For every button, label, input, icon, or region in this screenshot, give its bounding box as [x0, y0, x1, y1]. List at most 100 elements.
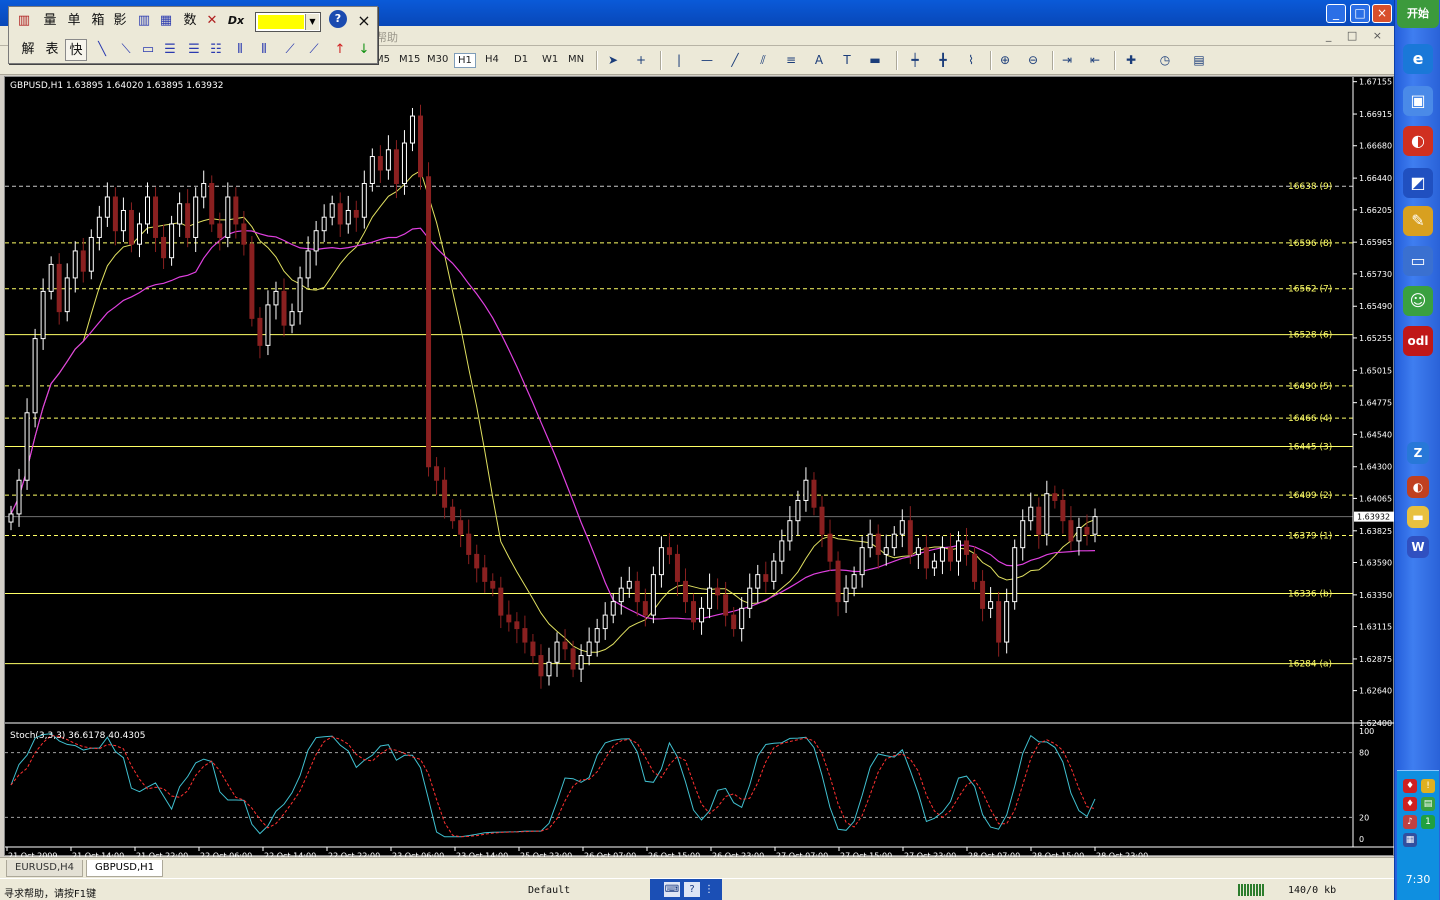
arrow-down-icon[interactable]: ↓	[353, 39, 375, 61]
odl-icon[interactable]: odl	[1403, 326, 1433, 356]
vertical-line-icon[interactable]: |	[670, 52, 688, 69]
levels-tool-icon[interactable]: ☰	[159, 39, 181, 61]
dx-icon[interactable]: Dx	[225, 10, 247, 32]
candle-bear	[731, 614, 737, 630]
menu-help[interactable]: 帮助	[376, 29, 398, 45]
tf-mn[interactable]: MN	[565, 53, 587, 66]
start-button[interactable]: 开始	[1397, 0, 1439, 28]
help-icon[interactable]: ?	[329, 10, 347, 28]
arrows-icon[interactable]: ▬	[866, 52, 884, 69]
fan-tool-icon[interactable]: ⟋	[279, 39, 301, 61]
float-tool-2[interactable]: 单	[63, 10, 85, 32]
media-icon[interactable]: ◐	[1403, 126, 1433, 156]
maximize-button[interactable]: □	[1350, 4, 1370, 23]
zoom-out-icon[interactable]: ⊖	[1024, 52, 1042, 69]
crosshair-icon[interactable]: +	[632, 52, 650, 69]
autoscroll-icon[interactable]: ⇥	[1058, 52, 1076, 69]
task-word-icon[interactable]: W	[1407, 536, 1429, 558]
equidistant-channel-icon[interactable]: ⫽	[754, 52, 772, 69]
tf-h4[interactable]: H4	[482, 53, 502, 66]
templates-icon[interactable]: ▤	[1190, 52, 1208, 69]
security-icon[interactable]: !	[1421, 779, 1435, 793]
task-media-icon[interactable]: ◐	[1407, 476, 1429, 498]
zoom-in-icon[interactable]: ⊕	[996, 52, 1014, 69]
candle-bull	[24, 412, 30, 481]
task-z-icon[interactable]: Z	[1407, 442, 1429, 464]
tab-eurusd-h4[interactable]: EURUSD,H4	[6, 860, 84, 877]
desktop-icon[interactable]: ▭	[1403, 246, 1433, 276]
update-icon[interactable]: ▤	[1421, 797, 1435, 811]
candle-bear	[715, 587, 721, 596]
bar-chart-icon[interactable]: ┿	[906, 52, 924, 69]
histogram-icon[interactable]: ▥	[133, 10, 155, 32]
network-tray-icon[interactable]: ▦	[1403, 833, 1417, 847]
text-label-icon[interactable]: T	[838, 52, 856, 69]
text-tool-icon[interactable]: A	[810, 52, 828, 69]
rectangle-tool-icon[interactable]: ▭	[137, 39, 159, 61]
task-folder-icon[interactable]: ▬	[1407, 506, 1429, 528]
candle-bear	[458, 520, 464, 535]
ime-menu-icon[interactable]: ⋮	[704, 882, 714, 897]
float-tool-4[interactable]: 影	[109, 10, 131, 32]
cross-icon[interactable]: ✕	[201, 10, 223, 32]
chart-window[interactable]: 16638 (9) 16596 (8) 16562 (7) 16528 (6) 1649…	[4, 76, 1395, 857]
arrow-up-icon[interactable]: ↑	[329, 39, 351, 61]
one-icon[interactable]: 1	[1421, 815, 1435, 829]
candlestick-icon[interactable]: ╋	[934, 52, 952, 69]
trendline-icon[interactable]: ╱	[726, 52, 744, 69]
minimize-button[interactable]: _	[1326, 4, 1346, 23]
paint-icon[interactable]: ✎	[1403, 206, 1433, 236]
tab-gbpusd-h1[interactable]: GBPUSD,H1	[86, 860, 164, 877]
candle-bear	[442, 479, 448, 508]
float-tool-5[interactable]: 数	[179, 10, 201, 32]
status-bar: 寻求帮助，请按F1键 Default ⌨ ? ⋮ 140/0 kb	[0, 878, 1394, 900]
indicators-icon[interactable]: ✚	[1122, 52, 1140, 69]
tf-m15[interactable]: M15	[396, 53, 423, 66]
volume-icon[interactable]: ♪	[1403, 815, 1417, 829]
floating-toolbar: ▥ 量 单 箱 影 ▥ ▦ 数 ✕ Dx ▼ ? × 解 表 快 ╲ ⟍ ▭ ☰…	[8, 6, 378, 64]
candle-bull	[32, 338, 38, 414]
candle-tool-icon[interactable]: ▥	[13, 10, 35, 32]
float-close-icon[interactable]: ×	[353, 10, 375, 32]
qq2-icon[interactable]: ♦	[1403, 797, 1417, 811]
candle-bear	[233, 196, 239, 225]
cycle-lines-icon[interactable]: ⦀	[253, 39, 275, 61]
fibonacci-icon[interactable]: ≡	[782, 52, 800, 69]
network-icon[interactable]: ◩	[1403, 168, 1433, 198]
ime-help-icon[interactable]: ?	[684, 882, 700, 897]
app-icon[interactable]: ▣	[1403, 86, 1433, 116]
bars-icon[interactable]: ▦	[155, 10, 177, 32]
ie-icon[interactable]: e	[1403, 44, 1433, 74]
candle-bear	[153, 196, 159, 238]
float-tool-7[interactable]: 表	[41, 39, 63, 61]
color-picker[interactable]: ▼	[255, 12, 321, 32]
periods-icon[interactable]: ◷	[1156, 52, 1174, 69]
grid-tool-icon[interactable]: ☷	[205, 39, 227, 61]
keyboard-icon[interactable]: ⌨	[664, 882, 680, 897]
line-chart-icon[interactable]: ⌇	[962, 52, 980, 69]
chevron-down-icon[interactable]: ▼	[305, 14, 319, 30]
price-chart[interactable]: 16638 (9) 16596 (8) 16562 (7) 16528 (6) 1649…	[5, 77, 1395, 857]
float-tool-8[interactable]: 快	[65, 39, 87, 61]
fibo-tool-icon[interactable]: ☰	[183, 39, 205, 61]
close-button[interactable]: ×	[1372, 4, 1392, 23]
messenger-icon[interactable]: ☺	[1403, 286, 1433, 316]
ime-toolbar[interactable]: ⌨ ? ⋮	[650, 879, 722, 900]
float-tool-6[interactable]: 解	[17, 39, 39, 61]
channel-tool-icon[interactable]: ⟍	[115, 39, 137, 61]
time-zones-icon[interactable]: ⦀	[229, 39, 251, 61]
tf-h1[interactable]: H1	[454, 53, 476, 68]
cursor-icon[interactable]: ➤	[604, 52, 622, 69]
float-tool-1[interactable]: 量	[39, 10, 61, 32]
gann-fan-icon[interactable]: ⟋	[303, 39, 325, 61]
mdi-controls-icon[interactable]: _ □ ×	[1326, 29, 1388, 42]
tf-w1[interactable]: W1	[539, 53, 561, 66]
float-tool-3[interactable]: 箱	[87, 10, 109, 32]
line-tool-icon[interactable]: ╲	[91, 39, 113, 61]
chart-shift-icon[interactable]: ⇤	[1086, 52, 1104, 69]
tf-d1[interactable]: D1	[511, 53, 531, 66]
horizontal-line-icon[interactable]: —	[698, 52, 716, 69]
tf-m30[interactable]: M30	[424, 53, 451, 66]
qq-icon[interactable]: ♦	[1403, 779, 1417, 793]
price-tick-label: 1.65255	[1359, 334, 1392, 343]
